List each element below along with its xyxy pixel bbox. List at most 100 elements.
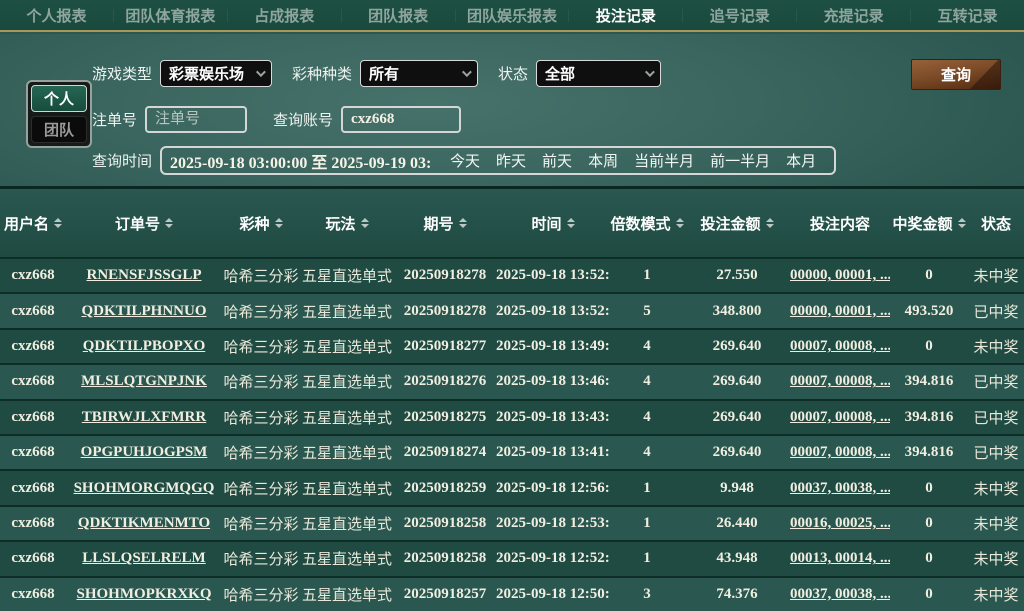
nav-tab-2[interactable]: 团队体育报表 (114, 5, 227, 26)
column-header-3[interactable]: 彩种 (222, 213, 300, 234)
time-range-input[interactable]: 2025-09-18 03:00:00 至 2025-09-19 03:00:0 (170, 149, 432, 173)
bet-content-link[interactable]: 00016, 00025, ... (790, 515, 890, 532)
order-id-link[interactable]: OPGPUHJOGPSM (66, 444, 222, 461)
order-id-link[interactable]: QDKTIKMENMTO (66, 515, 222, 532)
status-label: 状态 (498, 66, 529, 83)
nav-tab-1[interactable]: 个人报表 (0, 5, 113, 26)
bet-content-link[interactable]: 00007, 00008, ... (790, 373, 890, 390)
bet-content-link[interactable]: 00013, 00014, ... (790, 550, 890, 567)
bet-content-link[interactable]: 00007, 00008, ... (790, 444, 890, 461)
column-label: 期号 (423, 215, 454, 233)
column-header-1[interactable]: 用户名 (0, 213, 66, 234)
nav-separator (112, 8, 114, 22)
column-header-4[interactable]: 玩法 (300, 213, 394, 234)
nav-tab-3[interactable]: 占成报表 (228, 5, 341, 26)
order-id-link[interactable]: TBIRWJLXFMRR (66, 409, 222, 426)
time-cell: 2025-09-18 12:53:26 (496, 514, 610, 531)
sort-icon[interactable] (957, 218, 966, 228)
column-label: 投注内容 (809, 215, 870, 233)
lottery-category-select[interactable]: 所有 (360, 60, 479, 87)
bet-content-link[interactable]: 00007, 00008, ... (790, 338, 890, 355)
time-cell: 2025-09-18 13:52:58 (496, 267, 610, 284)
scope-personal-button[interactable]: 个人 (31, 85, 87, 112)
sort-icon[interactable] (566, 218, 575, 228)
play-cell: 五星直选单式 (301, 303, 392, 321)
column-header-6[interactable]: 时间 (496, 213, 610, 234)
column-label: 中奖金额 (892, 215, 953, 233)
quick-range-6[interactable]: 前一半月 (710, 150, 770, 171)
nav-tab-5[interactable]: 团队娱乐报表 (456, 5, 569, 26)
issue-cell: 20250918258 (403, 514, 487, 531)
win-amount-cell: 394.816 (904, 444, 954, 461)
table-row: cxz668 MLSLQTGNPJNK 哈希三分彩 五星直选单式 20250918276… (0, 363, 1024, 399)
sort-icon[interactable] (458, 218, 467, 228)
column-label: 投注金额 (700, 215, 761, 233)
bet-amount-cell: 74.376 (716, 585, 758, 602)
order-id-link[interactable]: SHOHMORGMQGQ (66, 480, 222, 497)
bet-content-link[interactable]: 00000, 00001, ... (790, 303, 890, 320)
sort-icon[interactable] (765, 218, 774, 228)
column-header-9[interactable]: 投注内容 (790, 213, 890, 234)
column-header-2[interactable]: 订单号 (66, 213, 222, 234)
table-row: cxz668 QDKTILPBOPXO 哈希三分彩 五星直选单式 20250918277… (0, 327, 1024, 364)
order-id-link[interactable]: SHOHMOPKRXKQ (66, 586, 222, 603)
nav-tab-6[interactable]: 投注记录 (569, 5, 682, 26)
time-cell: 2025-09-18 12:56:47 (496, 479, 610, 496)
column-header-7[interactable]: 倍数模式 (610, 213, 684, 234)
sort-icon[interactable] (360, 218, 369, 228)
quick-range-7[interactable]: 本月 (786, 150, 816, 171)
order-id-link[interactable]: LLSLQSELRELM (66, 550, 222, 567)
quick-range-3[interactable]: 前天 (542, 150, 572, 171)
account-label: 查询账号 (273, 112, 334, 129)
column-header-10[interactable]: 中奖金额 (890, 213, 968, 234)
order-id-link[interactable]: MLSLQTGNPJNK (66, 373, 222, 390)
order-id-link[interactable]: RNENSFJSSGLP (66, 267, 222, 284)
quick-range-4[interactable]: 本周 (588, 150, 618, 171)
search-button[interactable]: 查询 (911, 59, 1001, 90)
order-no-input[interactable] (145, 106, 248, 133)
time-cell: 2025-09-18 12:52:44 (496, 550, 610, 567)
column-label: 用户名 (3, 215, 49, 233)
issue-cell: 20250918274 (403, 444, 487, 461)
bet-amount-cell: 9.948 (720, 479, 754, 496)
user-cell: cxz668 (11, 373, 55, 390)
game-type-select[interactable]: 彩票娱乐场 (160, 60, 273, 87)
status-select[interactable]: 全部 (536, 60, 662, 87)
sort-icon[interactable] (274, 218, 283, 228)
multiple-cell: 3 (643, 585, 651, 602)
order-id-link[interactable]: QDKTILPHNNUO (66, 303, 222, 320)
bet-amount-cell: 269.640 (712, 337, 762, 354)
chevron-down-icon (255, 67, 266, 78)
nav-tab-9[interactable]: 互转记录 (911, 5, 1024, 26)
quick-range-5[interactable]: 当前半月 (634, 150, 694, 171)
table-row: cxz668 SHOHMOPKRXKQ 哈希三分彩 五星直选单式 20250918257… (0, 575, 1024, 611)
order-id-link[interactable]: QDKTILPBOPXO (66, 338, 222, 355)
nav-tab-8[interactable]: 充提记录 (797, 5, 910, 26)
account-input[interactable] (341, 106, 462, 133)
bet-content-link[interactable]: 00037, 00038, ... (790, 586, 890, 603)
top-nav: 个人报表 团队体育报表 占成报表 团队报表 团队娱乐报表 投注记录 追号记录 充提记录 互转记录 (0, 0, 1024, 32)
multiple-cell: 4 (643, 408, 651, 425)
column-label: 玩法 (325, 215, 356, 233)
column-header-5[interactable]: 期号 (394, 213, 496, 234)
column-header-8[interactable]: 投注金额 (684, 213, 790, 234)
sort-icon[interactable] (54, 218, 62, 228)
nav-tab-7[interactable]: 追号记录 (683, 5, 796, 26)
sort-icon[interactable] (165, 218, 173, 228)
quick-range-2[interactable]: 昨天 (496, 150, 526, 171)
column-header-11[interactable]: 状态 (968, 213, 1024, 234)
bet-content-link[interactable]: 00000, 00001, ... (790, 267, 890, 284)
order-no-label: 注单号 (92, 112, 138, 129)
status-cell: 未中奖 (973, 515, 1019, 533)
win-amount-cell: 0 (925, 550, 933, 567)
lottery-cell: 哈希三分彩 (223, 480, 299, 498)
nav-tab-4[interactable]: 团队报表 (342, 5, 455, 26)
bet-content-link[interactable]: 00037, 00038, ... (790, 480, 890, 497)
play-cell: 五星直选单式 (301, 374, 392, 392)
scope-team-button[interactable]: 团队 (31, 116, 87, 143)
table-row: cxz668 RNENSFJSSGLP 哈希三分彩 五星直选单式 20250918278… (0, 257, 1024, 293)
bet-amount-cell: 27.550 (716, 267, 758, 284)
quick-range-1[interactable]: 今天 (450, 150, 480, 171)
bet-content-link[interactable]: 00007, 00008, ... (790, 409, 890, 426)
sort-icon[interactable] (675, 218, 684, 228)
